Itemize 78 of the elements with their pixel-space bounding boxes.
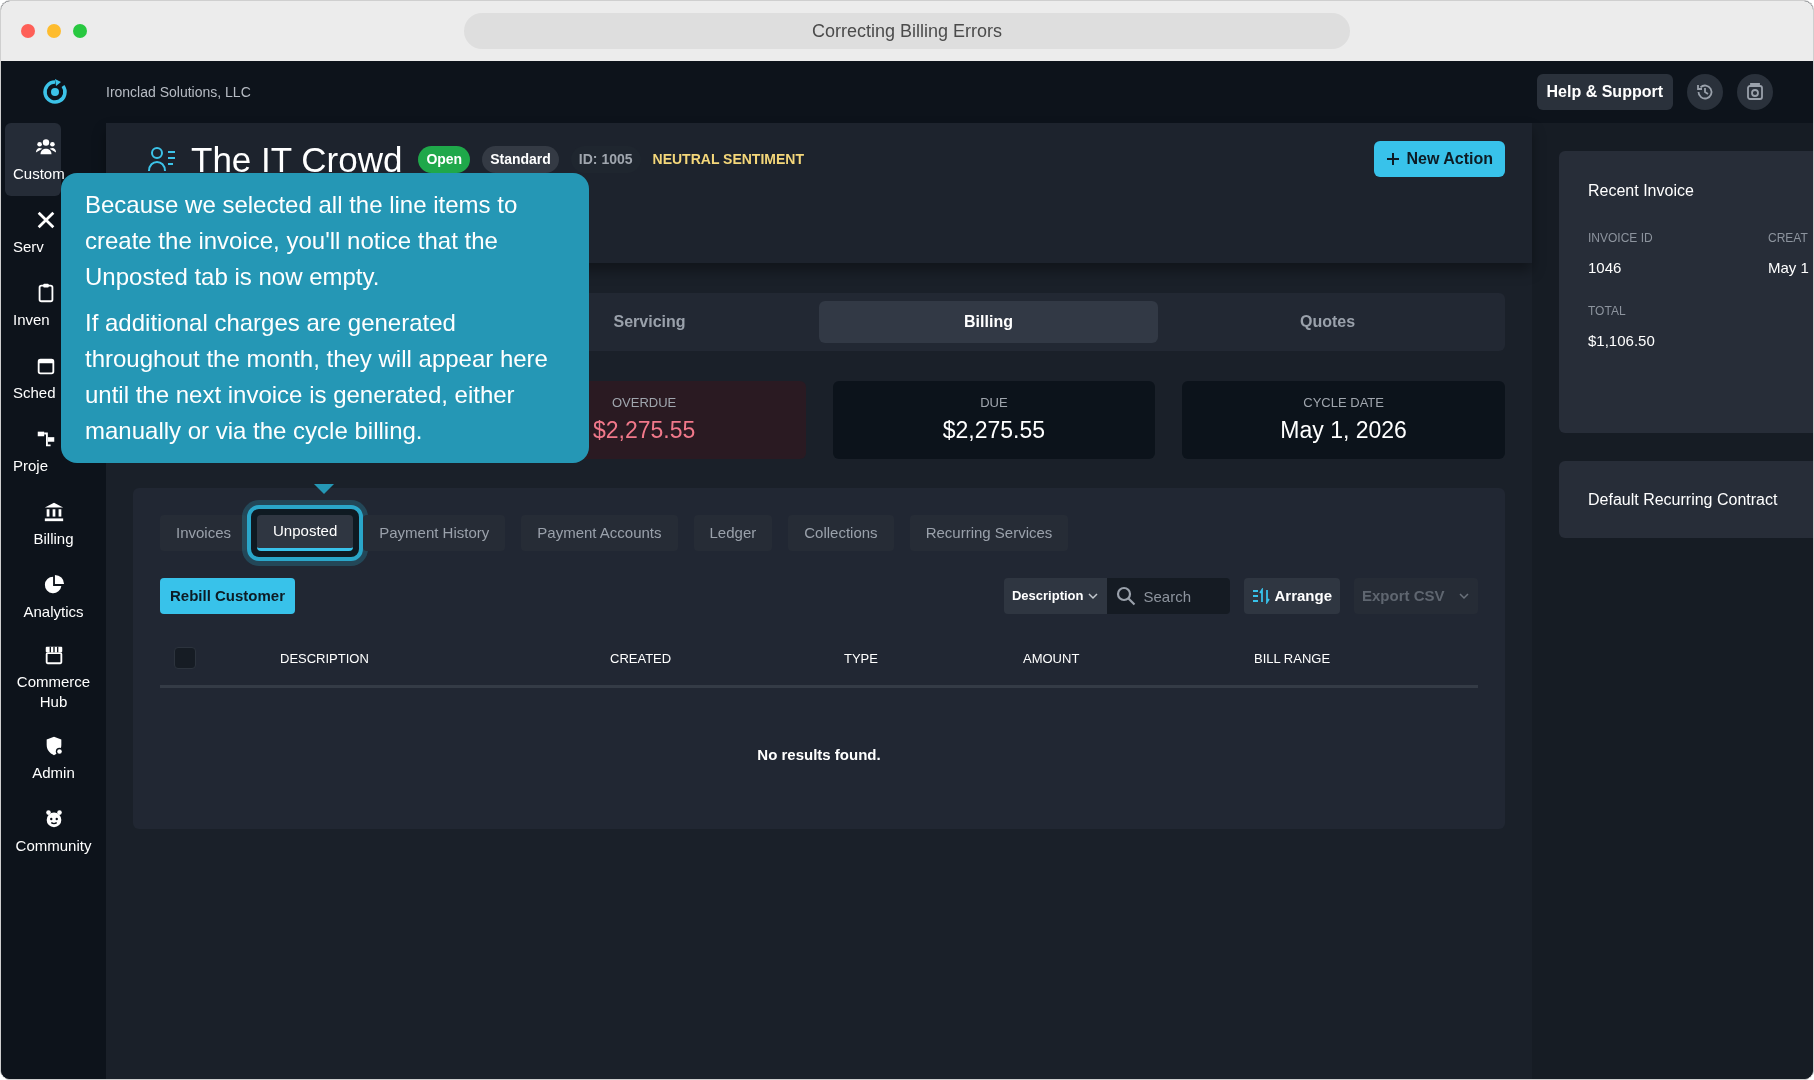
chevron-down-icon	[1458, 590, 1470, 602]
new-action-button[interactable]: New Action	[1374, 141, 1505, 177]
field-label: INVOICE ID	[1588, 230, 1654, 247]
sort-icon	[1252, 588, 1271, 604]
tab[interactable]: Billing	[819, 301, 1158, 343]
status-badge: Open	[418, 145, 471, 173]
sidebar-item[interactable]: Community	[7, 795, 100, 868]
search-field[interactable]: Search	[1107, 578, 1231, 614]
card-title: Default Recurring Contract	[1588, 489, 1778, 510]
customer-name: The IT Crowd	[191, 141, 403, 177]
field-value: $1,106.50	[1588, 330, 1656, 351]
sidebar-item[interactable]: Analytics	[7, 561, 100, 634]
maximize-window-icon[interactable]	[73, 24, 87, 38]
plus-icon	[1386, 152, 1401, 166]
sidebar-label: Commerce Hub	[15, 672, 92, 712]
tier-badge: Standard	[482, 145, 559, 173]
card-title: Recent Invoice	[1588, 181, 1695, 201]
sidebar-item[interactable]: Proje	[5, 415, 61, 488]
chevron-down-icon	[1087, 590, 1100, 602]
subtab[interactable]: Unposted	[257, 515, 354, 551]
sidebar-label: Serv	[12, 236, 44, 257]
close-window-icon[interactable]	[21, 24, 35, 38]
sidebar-item[interactable]: Admin	[7, 722, 100, 795]
subtab[interactable]: Ledger	[693, 515, 773, 551]
timer-icon[interactable]	[1737, 74, 1773, 110]
field-value: 1046	[1588, 258, 1623, 278]
tooltip-text: If additional charges are generated throughout the month, they will appear here until the next invoice is generated, either manually or via the cycle billing.	[85, 308, 549, 446]
rebill-customer-button[interactable]: Rebill Customer	[160, 578, 296, 614]
field-label: TOTAL	[1588, 302, 1627, 320]
stat-value: May 1, 2026	[1280, 415, 1407, 445]
search-icon	[1116, 586, 1137, 606]
sidebar-label: Sched	[12, 382, 56, 403]
field-value: May 1	[1768, 258, 1810, 278]
tab[interactable]: Servicing	[613, 310, 686, 334]
column-header: CREATED	[610, 650, 672, 666]
column-header: DESCRIPTION	[280, 650, 369, 666]
field-label: CREAT	[1768, 230, 1809, 247]
company-name: Ironclad Solutions, LLC	[106, 82, 251, 102]
bank-icon	[42, 500, 65, 523]
subtab[interactable]: Recurring Services	[909, 515, 1069, 551]
select-all-checkbox[interactable]	[174, 646, 196, 669]
pie-chart-icon	[42, 573, 65, 596]
subtab[interactable]: Invoices	[160, 515, 248, 551]
stat-label: DUE	[980, 394, 1008, 412]
subtab[interactable]: Payment History	[363, 515, 506, 551]
sentiment-label: NEUTRAL SENTIMENT	[652, 149, 804, 169]
stat-value: $2,275.55	[592, 415, 696, 445]
filter-dropdown[interactable]: Description	[1003, 578, 1108, 614]
column-header: AMOUNT	[1023, 650, 1080, 666]
help-support-button[interactable]: Help & Support	[1536, 74, 1673, 110]
sidebar-label: Inven	[12, 309, 50, 330]
tab[interactable]: Quotes	[1299, 310, 1356, 334]
logo-icon	[41, 78, 69, 106]
sidebar-label: Analytics	[23, 601, 84, 622]
customer-list-icon	[147, 144, 177, 174]
empty-message: No results found.	[757, 745, 881, 765]
sidebar-label: Billing	[33, 528, 74, 549]
sidebar-label: Community	[15, 835, 92, 856]
tooltip-text: Because we selected all the line items to create the invoice, you'll notice that the Unposted tab is now empty.	[85, 190, 519, 292]
sidebar-item[interactable]: Commerce Hub	[7, 634, 100, 722]
column-header: TYPE	[844, 650, 878, 666]
arrange-button[interactable]: Arrange	[1244, 578, 1340, 614]
stat-label: OVERDUE	[611, 394, 677, 412]
sidebar-item[interactable]: Billing	[7, 488, 100, 561]
sidebar-label: Proje	[12, 455, 49, 476]
stat-label: CYCLE DATE	[1303, 394, 1384, 412]
sidebar-item[interactable]: Serv	[5, 196, 61, 269]
sidebar-item[interactable]: Inven	[5, 269, 61, 342]
column-header: BILL RANGE	[1254, 650, 1331, 666]
subtab[interactable]: Collections	[788, 515, 894, 551]
tooltip-pointer	[314, 484, 334, 494]
history-icon[interactable]	[1687, 74, 1723, 110]
minimize-window-icon[interactable]	[47, 24, 61, 38]
sidebar-label: Admin	[32, 762, 75, 783]
stat-value: $2,275.55	[942, 415, 1046, 445]
subtab[interactable]: Payment Accounts	[521, 515, 678, 551]
sidebar-item[interactable]: Sched	[5, 342, 61, 415]
window-title: Correcting Billing Errors	[464, 13, 1350, 49]
